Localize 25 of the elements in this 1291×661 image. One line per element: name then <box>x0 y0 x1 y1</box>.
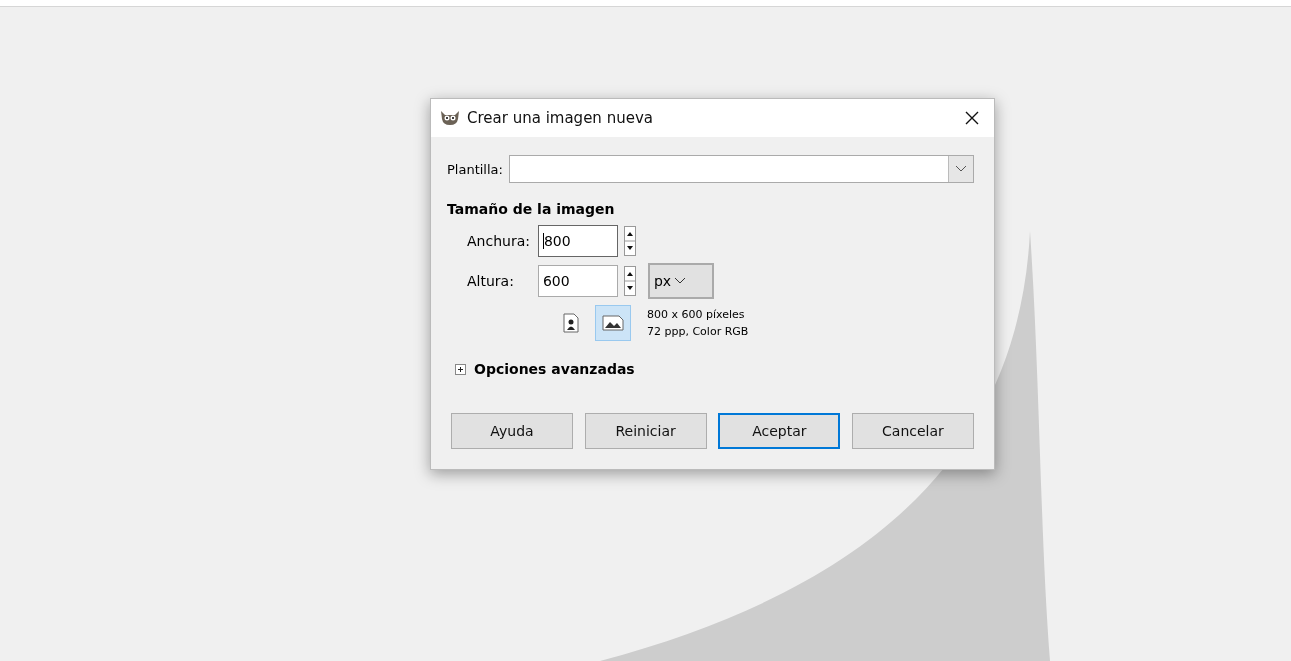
dialog-button[interactable]: Reiniciar <box>584 413 707 449</box>
close-icon[interactable] <box>964 110 980 126</box>
field-label: Altura: <box>467 273 515 289</box>
landscape-image-icon <box>602 315 624 331</box>
image-info-text: 72 ppp, Color RGB <box>647 324 749 340</box>
number-field[interactable]: 600 <box>537 265 618 297</box>
mascot-icon <box>439 109 461 127</box>
chevron-down-icon <box>674 277 687 285</box>
expander-icon[interactable] <box>455 363 466 375</box>
dialog-button[interactable]: Aceptar <box>718 413 841 449</box>
advanced-options-toggle[interactable]: Opciones avanzadas <box>474 361 635 377</box>
image-info-text: 800 x 600 píxeles <box>647 307 746 323</box>
spinner-arrows-icon[interactable] <box>623 226 636 256</box>
window-title: Crear una imagen nueva <box>467 109 654 127</box>
dialog-button[interactable]: Cancelar <box>851 413 974 449</box>
portrait-page-icon <box>563 313 579 333</box>
template-label: Plantilla: <box>447 161 503 177</box>
chevron-down-icon <box>955 165 967 173</box>
number-field[interactable]: 800 <box>537 225 618 257</box>
landscape-button[interactable] <box>595 305 631 341</box>
unit-dropdown[interactable]: px <box>647 263 714 299</box>
spinner-arrows-icon[interactable] <box>623 266 636 296</box>
field-label: Anchura: <box>467 233 530 249</box>
section-heading: Tamaño de la imagen <box>447 201 616 217</box>
dialog-button[interactable]: Ayuda <box>451 413 573 449</box>
